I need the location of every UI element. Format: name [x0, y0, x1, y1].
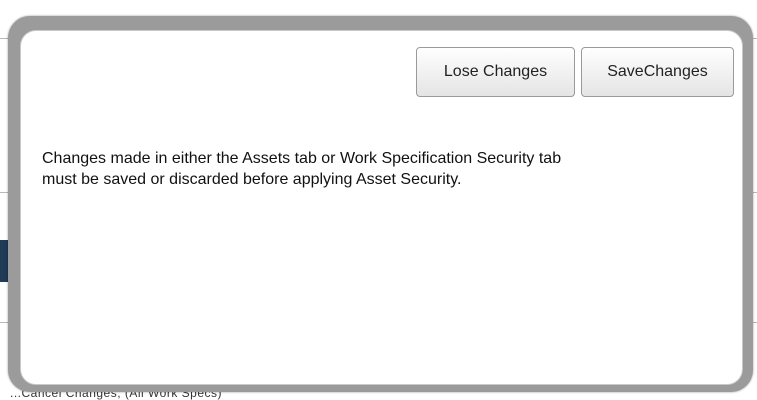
save-changes-button[interactable]: SaveChanges — [581, 47, 734, 97]
lose-changes-button[interactable]: Lose Changes — [416, 47, 575, 97]
dialog-message: Changes made in either the Assets tab or… — [42, 148, 732, 190]
dialog-message-line: Changes made in either the Assets tab or… — [42, 150, 562, 167]
dialog-message-line: must be saved or discarded before applyi… — [42, 171, 462, 188]
